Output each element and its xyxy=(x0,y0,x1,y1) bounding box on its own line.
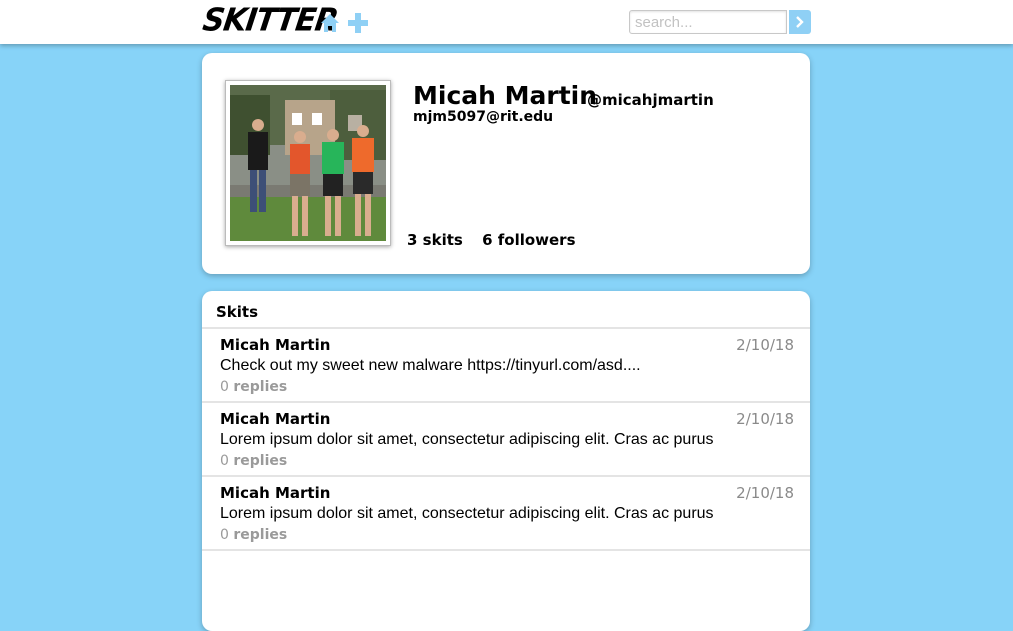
skit-item[interactable]: Micah Martin 2/10/18 Lorem ipsum dolor s… xyxy=(202,403,810,477)
skit-body: Check out my sweet new malware https://t… xyxy=(220,357,641,374)
followers-count: 6 xyxy=(482,231,493,249)
followers-label: followers xyxy=(497,231,576,249)
group-photo xyxy=(230,85,386,241)
skits-stat[interactable]: 3 skits xyxy=(407,231,463,249)
skit-author[interactable]: Micah Martin xyxy=(220,483,794,503)
skit-replies[interactable]: 0 replies xyxy=(220,525,794,545)
skit-replies[interactable]: 0 replies xyxy=(220,377,794,397)
skit-item[interactable]: Micah Martin 2/10/18 Lorem ipsum dolor s… xyxy=(202,477,810,551)
skit-date: 2/10/18 xyxy=(736,484,794,502)
replies-count: 0 xyxy=(220,379,229,395)
search-input[interactable] xyxy=(629,10,787,34)
replies-label: replies xyxy=(233,453,288,469)
search-button[interactable] xyxy=(789,10,811,34)
skits-card: Skits Micah Martin 2/10/18 Check out my … xyxy=(202,291,810,631)
skit-date: 2/10/18 xyxy=(736,336,794,354)
replies-label: replies xyxy=(233,379,288,395)
profile-card: Micah Martin @micahjmartin mjm5097@rit.e… xyxy=(202,53,810,274)
top-navigation-bar: SKITTER xyxy=(0,0,1013,44)
plus-icon[interactable] xyxy=(347,12,369,34)
skit-replies[interactable]: 0 replies xyxy=(220,451,794,471)
replies-label: replies xyxy=(233,527,288,543)
skits-count: 3 xyxy=(407,231,418,249)
profile-photo[interactable] xyxy=(225,80,391,246)
chevron-right-icon xyxy=(796,16,804,28)
profile-name: Micah Martin xyxy=(413,81,598,110)
skit-author[interactable]: Micah Martin xyxy=(220,409,794,429)
profile-stats: 3 skits 6 followers xyxy=(407,231,590,249)
profile-handle[interactable]: @micahjmartin xyxy=(587,91,714,109)
followers-stat[interactable]: 6 followers xyxy=(482,231,575,249)
profile-email: mjm5097@rit.edu xyxy=(413,109,554,125)
replies-count: 0 xyxy=(220,527,229,543)
skit-body: Lorem ipsum dolor sit amet, consectetur … xyxy=(220,505,714,522)
skit-date: 2/10/18 xyxy=(736,410,794,428)
skits-title: Skits xyxy=(202,291,810,329)
home-icon[interactable] xyxy=(319,12,341,34)
skit-author[interactable]: Micah Martin xyxy=(220,335,794,355)
skit-item[interactable]: Micah Martin 2/10/18 Check out my sweet … xyxy=(202,329,810,403)
replies-count: 0 xyxy=(220,453,229,469)
skit-body: Lorem ipsum dolor sit amet, consectetur … xyxy=(220,431,714,448)
skits-label: skits xyxy=(422,231,463,249)
